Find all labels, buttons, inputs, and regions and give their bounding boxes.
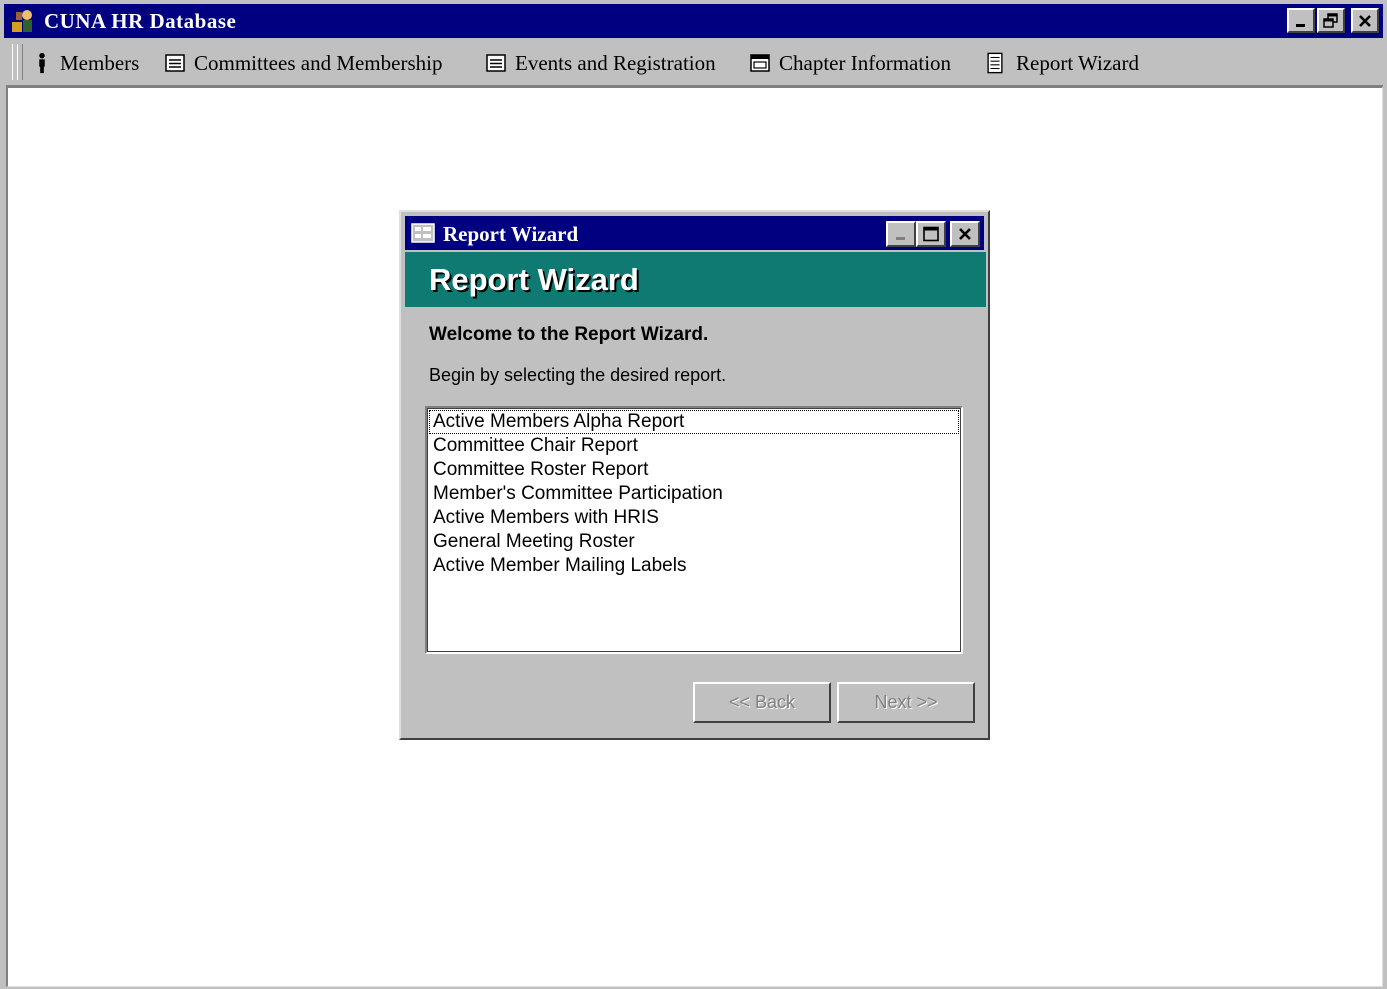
next-button[interactable]: Next >>: [837, 682, 975, 723]
dialog-close-button[interactable]: [950, 221, 980, 247]
app-window: CUNA HR Database Members Committees and …: [0, 0, 1387, 989]
list-item[interactable]: General Meeting Roster: [429, 530, 959, 554]
dialog-maximize-button[interactable]: [916, 221, 946, 247]
list-item[interactable]: Active Member Mailing Labels: [429, 554, 959, 578]
close-button[interactable]: [1351, 8, 1379, 33]
instruction-text: Begin by selecting the desired report.: [429, 365, 727, 385]
minimize-icon: [896, 237, 905, 240]
form-icon: [411, 223, 435, 243]
restore-button[interactable]: [1317, 8, 1345, 33]
toolbar-item-chapter-information[interactable]: Chapter Information: [749, 48, 951, 78]
report-wizard-dialog: Report Wizard Report Wizard Welcome to t…: [399, 210, 990, 740]
toolbar-item-label: Members: [60, 50, 140, 75]
list-item[interactable]: Committee Roster Report: [429, 458, 959, 482]
form-icon: [165, 54, 185, 72]
main-toolbar: Members Committees and Membership Events…: [6, 40, 1383, 86]
dialog-title: Report Wizard: [443, 222, 579, 246]
minimize-button[interactable]: [1287, 8, 1315, 33]
toolbar-grip[interactable]: [17, 44, 23, 80]
toolbar-item-label: Chapter Information: [779, 50, 952, 75]
toolbar-item-report-wizard[interactable]: Report Wizard: [986, 48, 1139, 78]
restore-icon: [1323, 12, 1338, 28]
app-title: CUNA HR Database: [44, 9, 237, 33]
report-list[interactable]: Active Members Alpha Report Committee Ch…: [425, 406, 963, 654]
person-icon: [39, 52, 45, 74]
app-logo-icon: [12, 10, 32, 32]
list-item[interactable]: Active Members Alpha Report: [429, 410, 959, 434]
close-icon: [959, 228, 971, 240]
wizard-banner: Report Wizard: [405, 252, 986, 307]
app-title-bar[interactable]: CUNA HR Database: [4, 4, 1383, 38]
form-icon: [486, 54, 506, 72]
window-icon: [750, 54, 770, 72]
close-icon: [1359, 14, 1371, 27]
back-button[interactable]: << Back: [693, 682, 831, 723]
toolbar-item-label: Report Wizard: [1016, 50, 1139, 75]
toolbar-item-committees[interactable]: Committees and Membership: [164, 48, 442, 78]
dialog-minimize-button[interactable]: [886, 221, 916, 247]
banner-title: Report Wizard: [429, 262, 639, 297]
dialog-title-bar[interactable]: Report Wizard: [405, 216, 984, 250]
list-item[interactable]: Active Members with HRIS: [429, 506, 959, 530]
minimize-icon: [1296, 23, 1305, 27]
toolbar-item-label: Committees and Membership: [194, 50, 443, 75]
report-icon: [987, 52, 1003, 74]
list-item[interactable]: Committee Chair Report: [429, 434, 959, 458]
toolbar-item-label: Events and Registration: [515, 50, 716, 75]
toolbar-item-events[interactable]: Events and Registration: [485, 48, 716, 78]
toolbar-item-members[interactable]: Members: [34, 48, 139, 78]
maximize-icon: [923, 226, 939, 242]
welcome-text: Welcome to the Report Wizard.: [429, 324, 709, 345]
list-item[interactable]: Member's Committee Participation: [429, 482, 959, 506]
